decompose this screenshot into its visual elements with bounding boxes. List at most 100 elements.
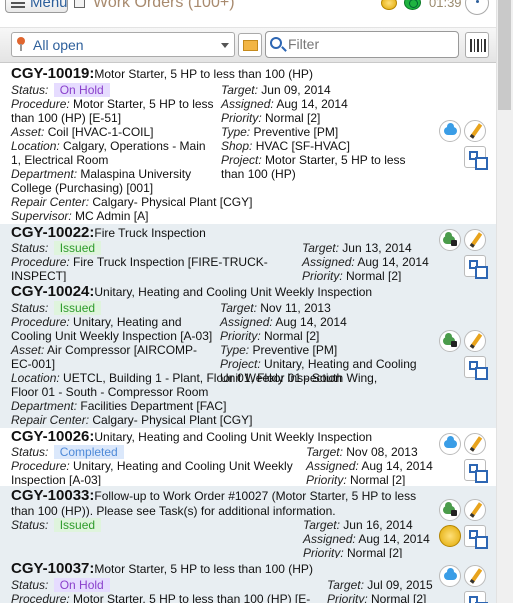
- status-label: Status:: [11, 578, 49, 592]
- view-select[interactable]: All open: [11, 32, 235, 57]
- status-badge: On Hold: [53, 578, 110, 592]
- cloud-lock-icon: [443, 333, 457, 347]
- priority-value: Normal [2]: [371, 592, 427, 603]
- barcode-scan-button[interactable]: [465, 32, 489, 58]
- pencil-icon: [469, 123, 483, 139]
- filter-bar: All open: [0, 28, 496, 63]
- connection-status-icon[interactable]: [404, 0, 421, 10]
- search-icon: [270, 37, 282, 49]
- transfer-button[interactable]: [464, 146, 488, 170]
- work-order-id[interactable]: CGY-10026:: [11, 428, 94, 445]
- status-badge: Issued: [53, 518, 102, 532]
- target-label: Target:: [303, 518, 340, 532]
- cloud-icon: [444, 568, 457, 580]
- project-label: Project:: [220, 357, 261, 371]
- type-label: Type:: [221, 125, 251, 139]
- procedure-label: Procedure:: [11, 459, 70, 473]
- edit-button[interactable]: [464, 433, 486, 455]
- work-order-id[interactable]: CGY-10024:: [11, 283, 94, 300]
- type-label: Type:: [220, 343, 250, 357]
- work-order-id[interactable]: CGY-10037:: [11, 560, 94, 577]
- work-order-title: CGY-10037:Motor Starter, 5 HP to less th…: [11, 561, 313, 577]
- cloud-lock-icon: [443, 502, 457, 516]
- cloud-icon: [444, 123, 457, 135]
- edit-button[interactable]: [464, 120, 486, 142]
- status-row: Status: On Hold: [11, 83, 110, 97]
- transfer-icon: [469, 361, 488, 380]
- list-item[interactable]: CGY-10024:Unitary, Heating and Cooling U…: [0, 282, 496, 428]
- assigned-label: Assigned:: [303, 532, 356, 546]
- scrollbar-thumb[interactable]: [498, 0, 511, 110]
- cloud-locked-button[interactable]: [439, 229, 461, 251]
- department-label: Department:: [11, 167, 78, 181]
- barcode-icon: [474, 39, 475, 52]
- cloud-sync-button[interactable]: [439, 565, 461, 587]
- transfer-button[interactable]: [464, 525, 488, 549]
- priority-value: Normal [2]: [350, 473, 406, 487]
- cloud-locked-button[interactable]: [439, 499, 461, 521]
- more-options-button[interactable]: [465, 0, 489, 15]
- cloud-locked-button[interactable]: [439, 330, 461, 352]
- priority-row: Priority: Normal [2]: [220, 329, 319, 343]
- target-value: Jun 16, 2014: [343, 518, 413, 532]
- coin-icon[interactable]: [381, 0, 397, 10]
- assigned-label: Assigned:: [220, 315, 273, 329]
- cloud-sync-button[interactable]: [439, 120, 461, 142]
- priority-row: Priority: Normal [2]: [302, 269, 401, 283]
- assigned-value: Aug 14, 2014: [275, 315, 347, 329]
- shop-row: Shop: HVAC [SF-HVAC]: [221, 139, 350, 153]
- transfer-button[interactable]: [464, 255, 488, 279]
- transfer-button[interactable]: [464, 356, 488, 380]
- status-badge: Issued: [53, 241, 102, 255]
- list-item[interactable]: CGY-10037:Motor Starter, 5 HP to less th…: [0, 558, 496, 603]
- priority-value: Normal [2]: [346, 269, 402, 283]
- project-row: Project: Motor Starter, 5 HP to less tha…: [221, 153, 421, 181]
- filter-input[interactable]: [288, 35, 448, 53]
- edit-button[interactable]: [464, 499, 486, 521]
- priority-row: Priority: Normal [2]: [306, 473, 405, 487]
- assigned-row: Assigned: Aug 14, 2014: [302, 255, 429, 269]
- repair-center-row: Repair Center: Calgary- Physical Plant […: [11, 195, 252, 209]
- procedure-row: Procedure: Unitary, Heating and Cooling …: [11, 459, 301, 487]
- folder-button[interactable]: [238, 33, 262, 57]
- edit-button[interactable]: [464, 229, 486, 251]
- work-order-id[interactable]: CGY-10019:: [11, 65, 94, 82]
- asset-value: Coil [HVAC-1-COIL]: [47, 125, 154, 139]
- work-order-id[interactable]: CGY-10033:: [11, 487, 94, 504]
- target-label: Target:: [220, 301, 257, 315]
- assigned-label: Assigned:: [221, 97, 274, 111]
- edit-button[interactable]: [464, 565, 486, 587]
- target-row: Target: Jun 16, 2014: [303, 518, 413, 532]
- work-order-id[interactable]: CGY-10022:: [11, 224, 94, 241]
- priority-row: Priority: Normal [2]: [221, 111, 320, 125]
- procedure-label: Procedure:: [11, 315, 70, 329]
- list-item[interactable]: CGY-10033:Follow-up to Work Order #10027…: [0, 486, 496, 560]
- assigned-value: Aug 14, 2014: [361, 459, 433, 473]
- list-item[interactable]: CGY-10026:Unitary, Heating and Cooling U…: [0, 428, 496, 487]
- priority-label: Priority:: [327, 592, 368, 603]
- filter-search-box[interactable]: [265, 31, 459, 58]
- cloud-sync-button[interactable]: [439, 433, 461, 455]
- list-item[interactable]: CGY-10022:Fire Truck Inspection Status: …: [0, 224, 496, 283]
- target-value: Nov 08, 2013: [346, 445, 418, 459]
- transfer-button[interactable]: [464, 591, 488, 603]
- status-badge: Completed: [53, 445, 124, 459]
- priority-label: Priority:: [302, 269, 343, 283]
- transfer-button[interactable]: [464, 459, 488, 483]
- target-row: Target: Jun 09, 2014: [221, 83, 331, 97]
- cost-button[interactable]: [439, 525, 461, 547]
- priority-label: Priority:: [221, 111, 262, 125]
- work-order-list: CGY-10019:Motor Starter, 5 HP to less th…: [0, 63, 496, 603]
- asset-label: Asset:: [11, 125, 45, 139]
- target-value: Jun 09, 2014: [261, 83, 331, 97]
- hamburger-icon: [11, 0, 25, 8]
- assigned-label: Assigned:: [302, 255, 355, 269]
- status-label: Status:: [11, 445, 49, 459]
- list-item[interactable]: CGY-10019:Motor Starter, 5 HP to less th…: [0, 63, 496, 224]
- work-order-description: Unitary, Heating and Cooling Unit Weekly…: [94, 285, 373, 299]
- edit-button[interactable]: [464, 330, 486, 352]
- status-badge: On Hold: [53, 83, 110, 97]
- project-label: Project:: [221, 153, 262, 167]
- priority-value: Normal [2]: [264, 329, 320, 343]
- menu-button[interactable]: Menu: [5, 0, 68, 13]
